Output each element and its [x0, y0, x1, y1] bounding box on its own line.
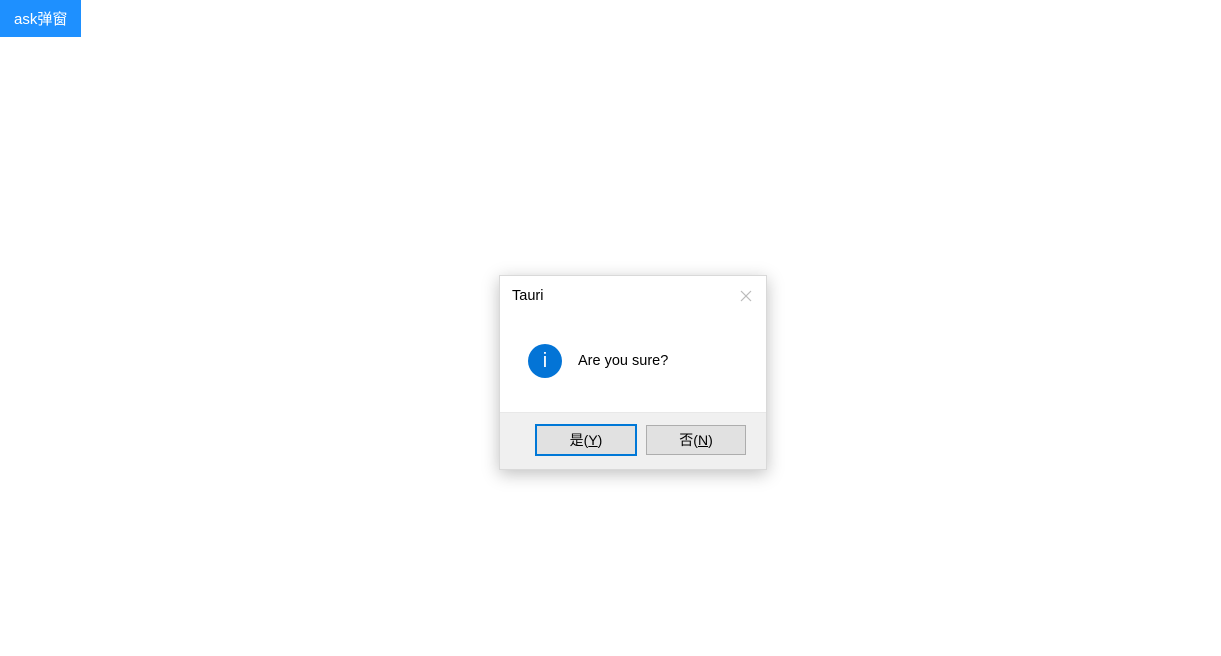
no-button-accel: N — [698, 432, 708, 448]
no-button-prefix: 否( — [679, 430, 698, 450]
dialog-title: Tauri — [512, 288, 543, 304]
yes-button[interactable]: 是(Y) — [536, 425, 636, 455]
yes-button-suffix: ) — [598, 432, 603, 448]
confirm-dialog: Tauri i Are you sure? 是(Y) 否(N) — [499, 275, 767, 470]
yes-button-prefix: 是( — [570, 430, 589, 450]
dialog-message: Are you sure? — [578, 353, 668, 369]
dialog-footer: 是(Y) 否(N) — [500, 412, 766, 469]
close-button[interactable] — [734, 284, 758, 308]
ask-dialog-trigger-button[interactable]: ask弹窗 — [0, 0, 81, 37]
close-icon — [740, 290, 752, 302]
no-button-suffix: ) — [708, 432, 713, 448]
dialog-body: i Are you sure? — [500, 316, 766, 412]
info-icon: i — [528, 344, 562, 378]
yes-button-accel: Y — [588, 432, 597, 448]
no-button[interactable]: 否(N) — [646, 425, 746, 455]
dialog-titlebar: Tauri — [500, 276, 766, 316]
info-icon-glyph: i — [543, 351, 547, 371]
